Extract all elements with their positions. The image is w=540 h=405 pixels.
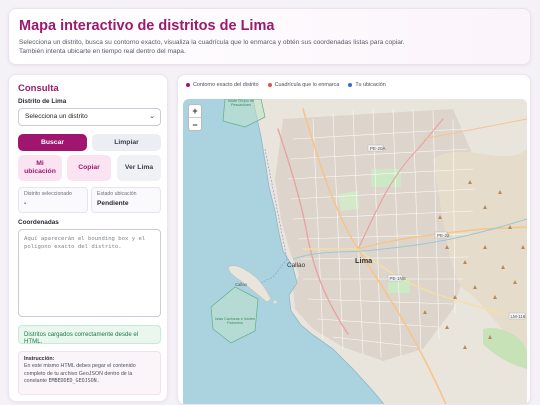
my-location-button[interactable]: Mi ubicación xyxy=(18,155,62,181)
coords-placeholder: Aquí aparecerán el bounding box y el pol… xyxy=(24,236,146,250)
legend-label: Contorno exacto del distrito xyxy=(193,82,259,88)
success-message: Distritos cargados correctamente desde e… xyxy=(18,325,161,345)
page-header: Mapa interactivo de distritos de Lima Se… xyxy=(8,8,531,65)
map-view[interactable]: PE-20A PE-22 PE-1NS LM-116 Callao Lima C… xyxy=(183,99,527,404)
chevron-down-icon: ⌄ xyxy=(149,113,155,120)
district-label: Distrito de Lima xyxy=(18,98,67,105)
panel-title: Consulta xyxy=(18,83,59,94)
query-panel: Consulta Distrito de Lima Selecciona un … xyxy=(8,74,168,402)
location-status-box: Estado ubicación Pendiente xyxy=(91,187,161,213)
road-label-pe1ns: PE-1NS xyxy=(390,276,406,281)
search-button[interactable]: Buscar xyxy=(18,134,87,151)
legend-label: Cuadrícula que lo enmarca xyxy=(274,82,340,88)
district-select-value: Selecciona un distrito xyxy=(25,113,88,120)
location-status-label: Estado ubicación xyxy=(97,191,137,197)
page-title: Mapa interactivo de distritos de Lima xyxy=(19,18,275,34)
map-label-island: Callao xyxy=(235,282,248,287)
zoom-control: + − xyxy=(188,104,202,131)
road-label-lm116: LM-116 xyxy=(511,314,526,319)
clear-button[interactable]: Limpiar xyxy=(92,134,161,151)
map-tiles: PE-20A PE-22 PE-1NS LM-116 Callao Lima C… xyxy=(210,99,527,404)
legend-item-grid: Cuadrícula que lo enmarca xyxy=(267,82,340,88)
map-label-reserve-south: Islas Cavinzas e Islotes Palomino xyxy=(215,317,255,326)
coords-textarea[interactable]: Aquí aparecerán el bounding box y el pol… xyxy=(18,229,161,317)
page-subtitle: Selecciona un distrito, busca su contorn… xyxy=(19,39,405,55)
selected-district-label: Distrito seleccionado xyxy=(24,191,72,197)
zoom-in-button[interactable]: + xyxy=(189,105,201,118)
road-label-pe20a: PE-20A xyxy=(370,146,386,151)
map-legend: Contorno exacto del distrito Cuadrícula … xyxy=(186,82,386,88)
note-title: Instrucción: xyxy=(24,356,55,362)
district-select[interactable]: Selecciona un distrito ⌄ xyxy=(18,108,161,126)
instruction-note: Instrucción: En este mismo HTML debes pe… xyxy=(18,351,161,395)
legend-item-location: Tu ubicación xyxy=(348,82,386,88)
road-label-pe22: PE-22 xyxy=(437,233,450,238)
map-label-lima: Lima xyxy=(355,256,373,265)
map-label-reserve-north: Islote Grupo de Pescadores xyxy=(228,99,254,108)
legend-dot-icon xyxy=(348,83,353,87)
selected-district-value: - xyxy=(24,200,27,207)
location-status-value: Pendiente xyxy=(97,200,129,207)
note-code: EMBEDDED_GEOJSON. xyxy=(48,377,100,384)
legend-item-contour: Contorno exacto del distrito xyxy=(186,82,259,88)
coords-label: Coordenadas xyxy=(18,219,59,226)
map-label-callao: Callao xyxy=(287,262,306,269)
copy-button[interactable]: Copiar xyxy=(67,155,111,181)
map-card: Contorno exacto del distrito Cuadrícula … xyxy=(177,74,531,405)
legend-label: Tu ubicación xyxy=(355,82,386,88)
selected-district-box: Distrito seleccionado - xyxy=(18,187,88,213)
zoom-out-button[interactable]: − xyxy=(189,118,201,131)
legend-dot-icon xyxy=(267,83,272,87)
legend-dot-icon xyxy=(186,83,190,87)
view-lima-button[interactable]: Ver Lima xyxy=(117,155,161,181)
